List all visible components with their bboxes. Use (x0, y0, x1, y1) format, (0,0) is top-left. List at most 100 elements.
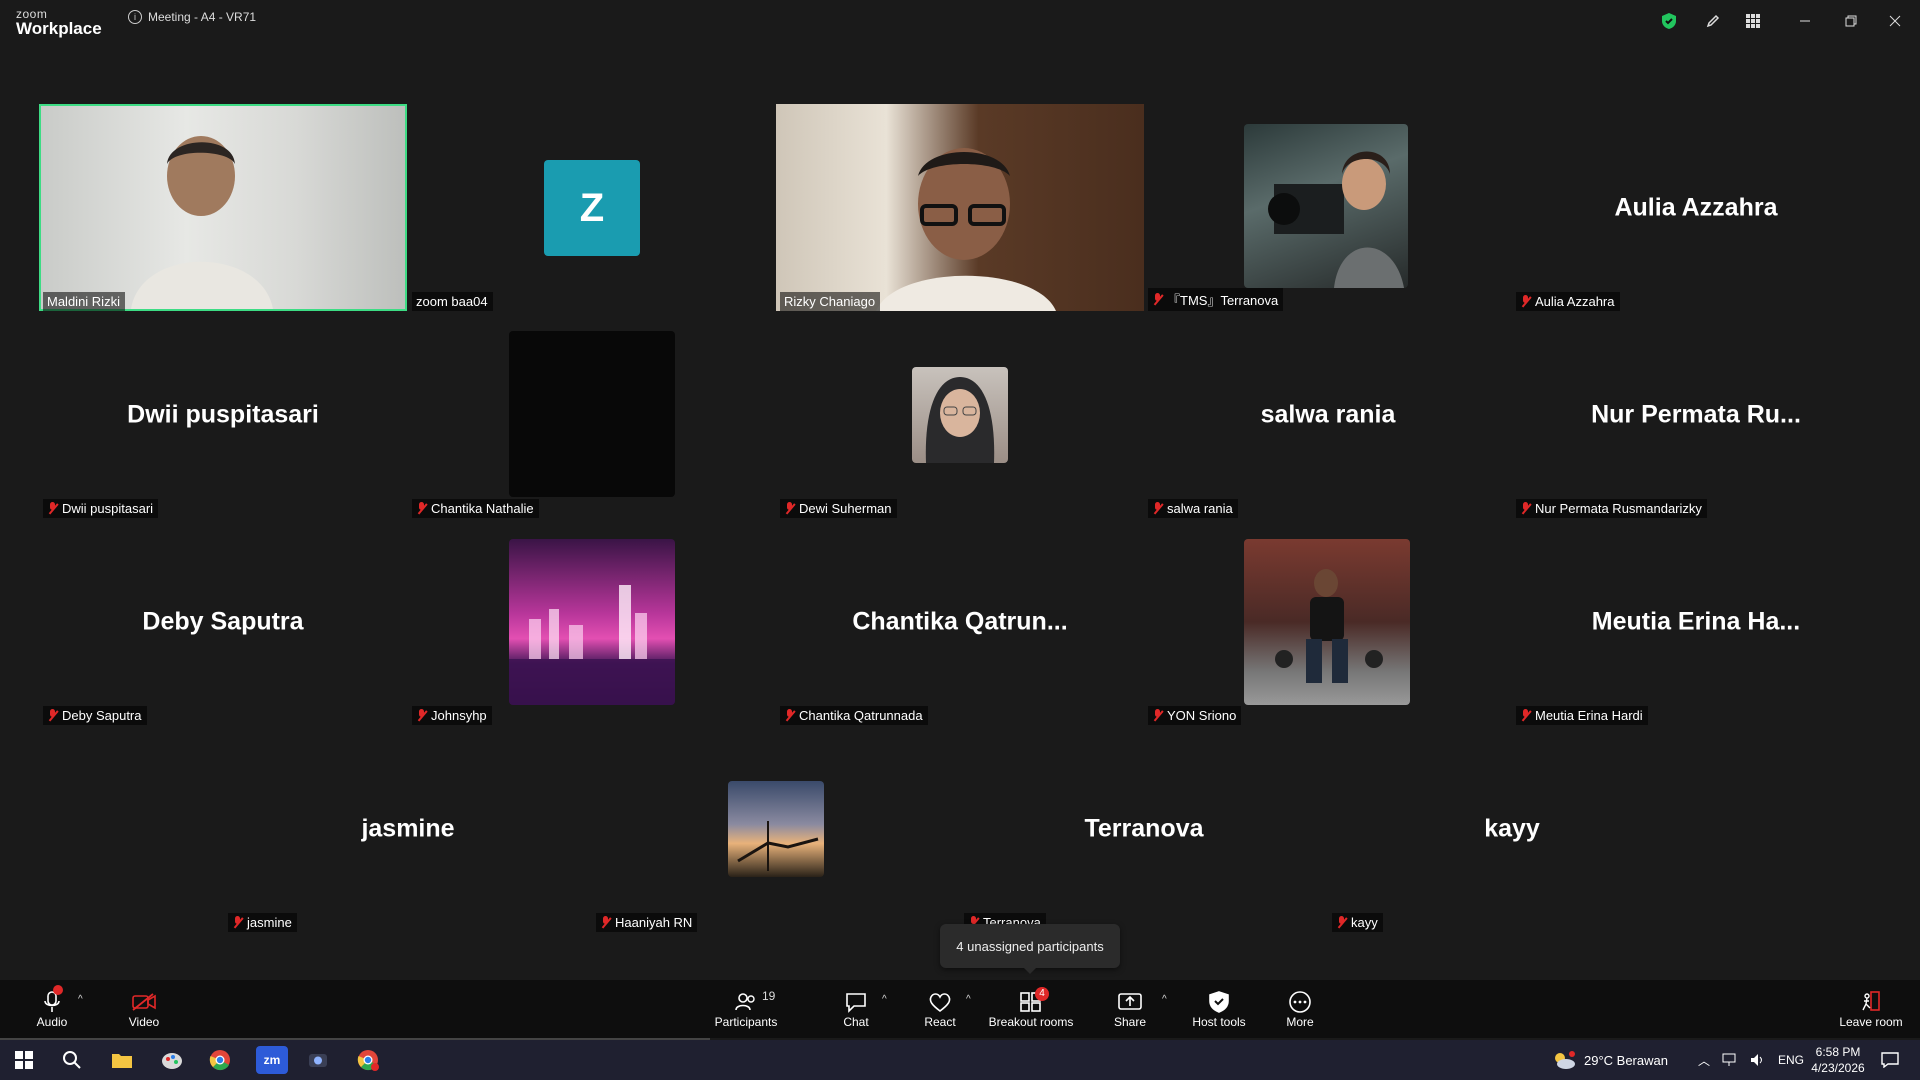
chrome-icon[interactable] (206, 1046, 234, 1074)
participants-label: Participants (714, 1015, 778, 1029)
participant-label: Haaniyah RN (596, 913, 698, 932)
host-tools-button[interactable]: Host tools (1184, 980, 1254, 1038)
participant-tile[interactable]: Meutia Erina Ha... Meutia Erina Hardi (1512, 518, 1880, 725)
gym-photo-image (1275, 569, 1383, 683)
camera-app-icon[interactable] (304, 1046, 332, 1074)
participant-display-name: Meutia Erina Ha... (1591, 607, 1801, 635)
volume-icon[interactable] (1750, 1053, 1766, 1067)
participant-tile[interactable]: Johnsyhp (408, 518, 776, 725)
mute-icon (600, 916, 611, 929)
participant-display-name: salwa rania (1260, 400, 1396, 428)
participant-tile[interactable]: 『TMS』Terranova (1144, 104, 1512, 311)
participant-tile[interactable]: Terranova Terranova (960, 725, 1328, 932)
language-indicator[interactable]: ENG (1778, 1053, 1804, 1067)
chat-options-caret-icon[interactable]: ^ (882, 994, 887, 1005)
pencil-icon[interactable] (1702, 10, 1724, 32)
audio-label: Audio (36, 1015, 68, 1029)
system-tray[interactable]: ︿ ENG (1698, 1040, 1804, 1080)
participant-label: 『TMS』Terranova (1148, 288, 1284, 311)
avatar: Z (544, 160, 640, 256)
participant-tile[interactable]: Rizky Chaniago (776, 104, 1144, 311)
profile-picture (509, 331, 675, 497)
chrome-profile-icon[interactable] (354, 1046, 382, 1074)
weather-widget[interactable]: 29°C Berawan (1552, 1040, 1668, 1080)
chat-button[interactable]: Chat (836, 980, 876, 1038)
meeting-info[interactable]: i Meeting - A4 - VR71 (128, 10, 256, 24)
participant-label: Nur Permata Rusmandarizky (1516, 499, 1707, 518)
participant-tile[interactable]: jasmine jasmine (224, 725, 592, 932)
participant-tile[interactable]: Nur Permata Ru... Nur Permata Rusmandari… (1512, 311, 1880, 518)
participant-name: Rizky Chaniago (784, 294, 876, 309)
paint-app-icon[interactable] (158, 1046, 186, 1074)
more-icon (1288, 989, 1312, 1015)
close-icon[interactable] (1884, 10, 1906, 32)
breakout-rooms-button[interactable]: 4 Breakout rooms (986, 980, 1076, 1038)
participant-tile[interactable]: Dewi Suherman (776, 311, 1144, 518)
breakout-badge: 4 (1035, 987, 1049, 1001)
participant-tile[interactable]: Aulia Azzahra Aulia Azzahra (1512, 104, 1880, 311)
participant-name: kayy (1351, 915, 1378, 930)
participant-display-name: Terranova (1084, 814, 1204, 842)
participant-tile[interactable]: Maldini Rizki (39, 104, 407, 311)
participant-tile[interactable]: kayy kayy (1328, 725, 1696, 932)
audio-button[interactable]: Audio (32, 980, 72, 1038)
participant-tile[interactable]: Dwii puspitasari Dwii puspitasari (39, 311, 407, 518)
participant-name: Johnsyhp (431, 708, 487, 723)
participant-tile[interactable]: YON Sriono (1144, 518, 1512, 725)
participant-tile[interactable]: salwa rania salwa rania (1144, 311, 1512, 518)
network-icon[interactable] (1722, 1053, 1738, 1067)
file-explorer-icon[interactable] (108, 1046, 136, 1074)
sunset-image (737, 821, 819, 871)
share-options-caret-icon[interactable]: ^ (1162, 994, 1167, 1005)
host-tools-label: Host tools (1192, 1015, 1246, 1029)
participant-name: zoom baa04 (416, 294, 488, 309)
restore-icon[interactable] (1840, 10, 1862, 32)
clock-time: 6:58 PM (1815, 1045, 1861, 1059)
participant-tile[interactable]: Z zoom baa04 (408, 104, 776, 311)
participant-label: salwa rania (1148, 499, 1238, 518)
chevron-up-icon[interactable]: ︿ (1698, 1052, 1710, 1069)
participant-display-name: Dwii puspitasari (127, 400, 319, 428)
heart-icon (928, 989, 952, 1015)
video-button[interactable]: Video (124, 980, 164, 1038)
person-silhouette (131, 136, 273, 309)
security-shield-icon[interactable] (1658, 10, 1680, 32)
audio-options-caret-icon[interactable]: ^ (78, 994, 83, 1005)
mute-icon (416, 502, 427, 515)
city-skyline-image (509, 585, 675, 705)
participants-button[interactable]: 19 Participants (706, 980, 786, 1038)
minimize-icon[interactable] (1794, 10, 1816, 32)
video-label: Video (128, 1015, 160, 1029)
participant-name: jasmine (247, 915, 292, 930)
zoom-app-icon[interactable]: zm (256, 1046, 288, 1074)
apps-grid-icon[interactable] (1742, 10, 1764, 32)
weather-icon (1555, 1051, 1575, 1069)
search-icon[interactable] (58, 1046, 86, 1074)
leave-room-button[interactable]: Leave room (1836, 980, 1906, 1038)
participant-tile[interactable]: Haaniyah RN (592, 725, 960, 932)
participant-name: Aulia Azzahra (1535, 294, 1615, 309)
profile-picture (509, 539, 675, 705)
profile-picture (1244, 539, 1410, 705)
participant-label: Rizky Chaniago (780, 292, 881, 311)
person-silhouette (876, 148, 1056, 311)
windows-start-icon[interactable] (10, 1046, 38, 1074)
participant-display-name: kayy (1484, 814, 1540, 842)
share-button[interactable]: Share (1110, 980, 1150, 1038)
participant-tile[interactable]: Chantika Nathalie (408, 311, 776, 518)
participant-tile[interactable]: Chantika Qatrun... Chantika Qatrunnada (776, 518, 1144, 725)
more-label: More (1286, 1015, 1314, 1029)
participant-label: Dwii puspitasari (43, 499, 159, 518)
camera-operator-image (1268, 151, 1404, 288)
react-button[interactable]: React (920, 980, 960, 1038)
more-button[interactable]: More (1280, 980, 1320, 1038)
info-icon[interactable]: i (128, 10, 142, 24)
participant-label: Deby Saputra (43, 706, 147, 725)
participant-tile[interactable]: Deby Saputra Deby Saputra (39, 518, 407, 725)
react-options-caret-icon[interactable]: ^ (966, 994, 971, 1005)
clock[interactable]: 6:58 PM 4/23/2026 (1806, 1040, 1870, 1080)
notification-center-icon[interactable] (1876, 1046, 1904, 1074)
participant-display-name: jasmine (361, 814, 455, 842)
participant-name: Dewi Suherman (799, 501, 892, 516)
mute-icon (784, 709, 795, 722)
